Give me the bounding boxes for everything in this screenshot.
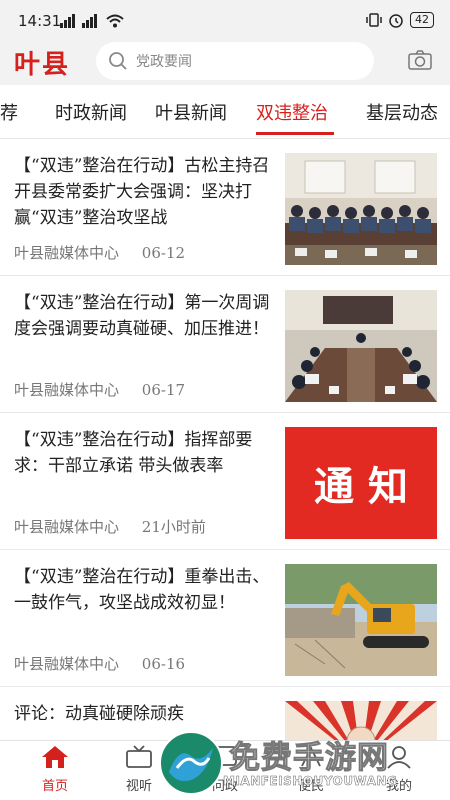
- news-title: 【“双违”整治在行动】古松主持召开县委常委扩大会强调：坚决打赢“双违”整治攻坚战: [14, 156, 270, 228]
- signal-indicators: [60, 14, 124, 28]
- status-right-icons: 42: [366, 12, 434, 28]
- news-source: 叶县融媒体中心: [14, 244, 120, 262]
- watermark-text: 免费手游网: [229, 740, 389, 777]
- news-time: 21小时前: [141, 518, 206, 536]
- news-meta: 叶县融媒体中心 06-17: [14, 379, 203, 400]
- watermark-subtext: MIANFEISHOUYOUWANG: [223, 774, 398, 789]
- nav-home-label: 首页: [41, 779, 68, 794]
- news-source: 叶县融媒体中心: [14, 655, 120, 673]
- alarm-icon: [389, 14, 403, 28]
- nav-home[interactable]: 首页: [20, 745, 90, 794]
- news-source: 叶县融媒体中心: [14, 381, 120, 399]
- tab-county-news[interactable]: 叶县新闻: [155, 99, 227, 125]
- news-time: 06-16: [141, 655, 186, 673]
- battery-indicator: 42: [410, 12, 434, 28]
- search-placeholder: 党政要闻: [136, 54, 192, 70]
- news-title: 【“双违”整治在行动】第一次周调度会强调要动真碰硬、加压推进！: [14, 293, 270, 339]
- watermark: 免费手游网 MIANFEISHOUYOUWANG: [155, 728, 450, 798]
- news-item[interactable]: 【“双违”整治在行动】第一次周调度会强调要动真碰硬、加压推进！ 叶县融媒体中心 …: [0, 276, 450, 413]
- notice-text: 通 知: [314, 463, 408, 510]
- camera-icon[interactable]: [408, 50, 432, 70]
- conference-thumbnail: [285, 290, 437, 402]
- tab-recommend[interactable]: 推荐: [0, 99, 18, 125]
- news-meta: 叶县融媒体中心 06-16: [14, 653, 203, 674]
- tab-politics-news[interactable]: 时政新闻: [55, 99, 127, 125]
- status-bar: 14:31 42: [0, 0, 450, 40]
- news-title: 【“双违”整治在行动】重拳出击、一鼓作气，攻坚战成效初显！: [14, 567, 270, 613]
- news-item[interactable]: 【“双违”整治在行动】古松主持召开县委常委扩大会强调：坚决打赢“双违”整治攻坚战…: [0, 139, 450, 276]
- notice-thumbnail: 通 知: [285, 427, 437, 539]
- news-time: 06-12: [141, 244, 186, 262]
- watermark-logo: [159, 731, 223, 795]
- status-time: 14:31: [18, 12, 62, 30]
- news-item[interactable]: 【“双违”整治在行动】重拳出击、一鼓作气，攻坚战成效初显！ 叶县融媒体中心 06…: [0, 550, 450, 687]
- wifi-icon: [106, 14, 124, 28]
- app-logo: 叶县: [14, 50, 71, 80]
- meeting-thumbnail: [285, 153, 437, 265]
- news-title: 评论：动真碰硬除顽疾: [14, 704, 184, 724]
- search-bar[interactable]: 党政要闻: [96, 42, 374, 80]
- tv-icon: [126, 745, 152, 768]
- tab-grassroots[interactable]: 基层动态: [366, 99, 438, 125]
- signal-icon: [60, 14, 97, 28]
- news-time: 06-17: [141, 381, 186, 399]
- news-title: 【“双违”整治在行动】指挥部要求：干部立承诺 带头做表率: [14, 430, 253, 476]
- search-icon: [109, 52, 127, 70]
- news-source: 叶县融媒体中心: [14, 518, 120, 536]
- news-meta: 叶县融媒体中心 06-12: [14, 242, 203, 263]
- active-tab-indicator: [256, 132, 334, 135]
- vibrate-icon: [366, 13, 382, 27]
- category-tabs: 推荐 时政新闻 叶县新闻 双违整治 基层动态: [0, 85, 450, 139]
- home-icon: [42, 746, 68, 768]
- news-item[interactable]: 【“双违”整治在行动】指挥部要求：干部立承诺 带头做表率 叶县融媒体中心 21小…: [0, 413, 450, 550]
- tab-shuangwei[interactable]: 双违整治: [256, 99, 328, 125]
- excavator-thumbnail: [285, 564, 437, 676]
- news-meta: 叶县融媒体中心 21小时前: [14, 516, 224, 537]
- app-header: 叶县 党政要闻: [0, 40, 450, 85]
